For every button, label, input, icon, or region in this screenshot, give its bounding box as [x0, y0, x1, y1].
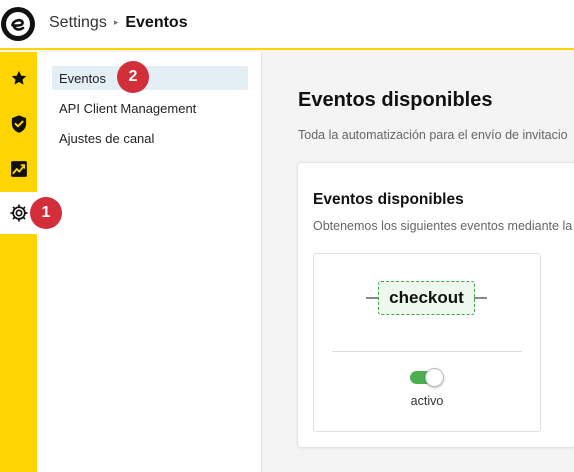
chart-icon [10, 161, 27, 177]
breadcrumb-current: Eventos [125, 14, 188, 31]
app-logo[interactable] [1, 7, 35, 41]
event-name-chip: checkout [378, 281, 475, 315]
event-tile-checkout: checkout activo [313, 253, 541, 432]
card-subtitle: Obtenemos los siguientes eventos mediant… [313, 219, 573, 233]
page-subtitle: Toda la automatización para el envío de … [298, 128, 568, 142]
breadcrumb-settings[interactable]: Settings [49, 14, 107, 32]
toggle-label: activo [410, 394, 444, 408]
logo-e-icon [6, 12, 30, 36]
step-badge-eventos: 2 [117, 61, 149, 93]
main-content: Eventos disponibles Toda la automatizaci… [262, 52, 574, 472]
card-title: Eventos disponibles [313, 191, 464, 208]
subnav-item-label: Eventos [59, 70, 106, 86]
events-card: Eventos disponibles Obtenemos los siguie… [297, 162, 574, 448]
toggle-knob [425, 368, 444, 387]
subnav-item-ajustes-de-canal[interactable]: Ajustes de canal [52, 126, 248, 150]
event-active-toggle[interactable] [408, 368, 444, 387]
subnav-item-label: API Client Management [59, 100, 197, 116]
connector-right [474, 297, 487, 299]
star-icon [11, 70, 26, 85]
subnav-item-label: Ajustes de canal [59, 130, 155, 146]
breadcrumb-separator: ▸ [113, 16, 119, 27]
page-title: Eventos disponibles [298, 89, 493, 111]
divider [332, 351, 522, 352]
rail-item-security[interactable] [0, 103, 37, 145]
subnav-item-eventos[interactable]: Eventos [52, 66, 248, 90]
settings-subnav: Eventos API Client Management Ajustes de… [37, 52, 262, 472]
icon-rail [0, 52, 38, 472]
gear-icon [10, 204, 28, 222]
rail-item-analytics[interactable] [0, 148, 37, 190]
breadcrumb: Settings ▸ Eventos [49, 14, 188, 32]
shield-check-icon [11, 115, 26, 133]
step-badge-settings: 1 [30, 197, 62, 229]
top-bar: Settings ▸ Eventos [0, 0, 574, 50]
subnav-item-api-client-management[interactable]: API Client Management [52, 96, 248, 120]
rail-item-favorites[interactable] [0, 57, 37, 99]
